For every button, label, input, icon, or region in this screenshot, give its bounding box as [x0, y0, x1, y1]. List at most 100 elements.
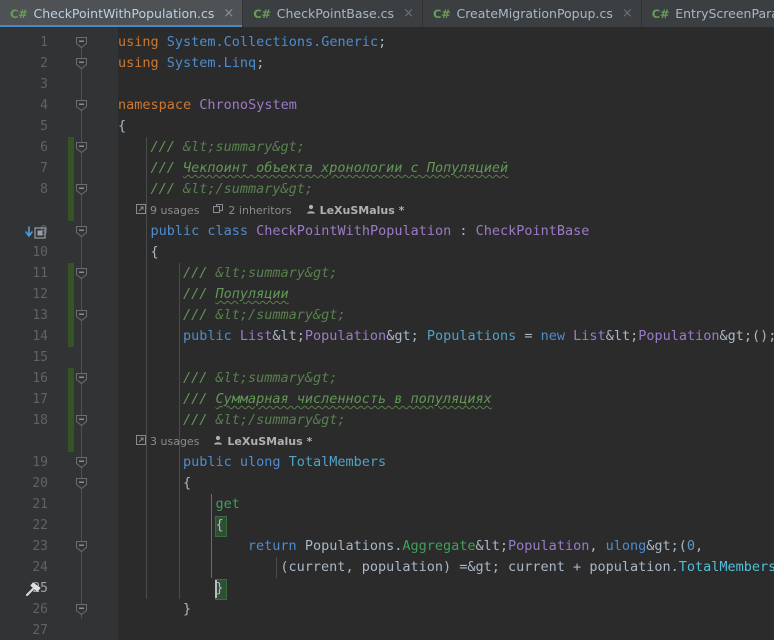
fold-marker-icon[interactable] — [76, 604, 87, 615]
code-line[interactable]: public class CheckPointWithPopulation : … — [150, 221, 589, 242]
line-number[interactable]: 5 — [0, 116, 48, 137]
usages-icon — [136, 431, 146, 452]
code-line[interactable]: /// &lt;summary&gt; — [183, 368, 337, 389]
tab-label: CheckPointBase.cs — [276, 6, 395, 21]
line-number[interactable]: 15 — [0, 347, 48, 368]
line-number[interactable]: 20 — [0, 473, 48, 494]
fold-marker-icon[interactable] — [76, 478, 87, 489]
line-number[interactable]: 3 — [0, 74, 48, 95]
tab-checkpointwithpopulation[interactable]: C# CheckPointWithPopulation.cs × — [0, 0, 244, 27]
code-line[interactable]: /// Суммарная численность в популяциях — [183, 389, 492, 410]
line-number[interactable]: 6 — [0, 137, 48, 158]
csharp-file-icon: C# — [253, 6, 271, 21]
fold-marker-icon[interactable] — [76, 58, 87, 69]
code-line[interactable]: namespace ChronoSystem — [118, 95, 297, 116]
fold-marker-icon[interactable] — [76, 541, 87, 552]
code-line[interactable]: using System.Linq; — [118, 53, 264, 74]
line-number[interactable]: 22 — [0, 515, 48, 536]
tab-entryscreenparamsblockloops[interactable]: C# EntryScreenParamsBlockLoops.cs × — [642, 0, 774, 27]
fold-marker-icon[interactable] — [76, 226, 87, 237]
code-line[interactable]: /// &lt;/summary&gt; — [150, 179, 313, 200]
fold-marker-icon[interactable] — [76, 142, 87, 153]
code-line[interactable]: using System.Collections.Generic; — [118, 32, 386, 53]
usages-icon — [136, 200, 146, 221]
code-line[interactable]: /// &lt;/summary&gt; — [183, 305, 346, 326]
code-line[interactable]: public ulong TotalMembers — [183, 452, 386, 473]
line-number[interactable]: 16 — [0, 368, 48, 389]
editor-window: C# CheckPointWithPopulation.cs × C# Chec… — [0, 0, 774, 640]
implementing-member-icon[interactable] — [24, 225, 50, 244]
vcs-change-bar[interactable] — [68, 137, 74, 221]
code-line[interactable]: { — [215, 515, 223, 536]
code-line[interactable]: /// Популяции — [183, 284, 289, 305]
codelens-author-label: LeXuSMalus * — [319, 204, 405, 217]
csharp-file-icon: C# — [432, 6, 451, 21]
line-number[interactable]: 27 — [0, 620, 48, 640]
fold-marker-icon[interactable] — [76, 310, 87, 321]
fold-marker-icon[interactable] — [76, 37, 87, 48]
code-line[interactable]: (current, population) =&gt; current + po… — [280, 557, 774, 578]
codelens-inheritors[interactable]: 2 inheritors — [213, 200, 292, 221]
codelens-usages[interactable]: 9 usages — [136, 200, 199, 221]
line-number[interactable]: 14 — [0, 326, 48, 347]
tab-label: CreateMigrationPopup.cs — [456, 6, 613, 21]
line-number[interactable]: 18 — [0, 410, 48, 431]
code-line[interactable]: get — [215, 494, 239, 515]
line-number[interactable]: 17 — [0, 389, 48, 410]
line-number[interactable]: 26 — [0, 599, 48, 620]
codelens-inheritors-label: 2 inheritors — [228, 204, 292, 217]
tab-label: EntryScreenParamsBlockLoops.cs — [675, 6, 774, 21]
line-number[interactable]: 4 — [0, 95, 48, 116]
codelens-property[interactable]: 3 usages LeXuSMalus * — [136, 431, 326, 452]
close-icon[interactable]: × — [403, 7, 414, 20]
codelens-author[interactable]: LeXuSMalus * — [306, 200, 405, 221]
line-number[interactable]: 1 — [0, 32, 48, 53]
fold-marker-icon[interactable] — [76, 184, 87, 195]
codelens-author[interactable]: LeXuSMalus * — [213, 431, 312, 452]
code-line[interactable]: public List&lt;Population&gt; Population… — [183, 326, 774, 347]
author-icon — [213, 431, 223, 452]
line-number[interactable]: 2 — [0, 53, 48, 74]
line-number[interactable]: 23 — [0, 536, 48, 557]
close-icon[interactable]: × — [223, 7, 234, 20]
editor-tab-bar: C# CheckPointWithPopulation.cs × C# Chec… — [0, 0, 774, 27]
fold-marker-icon[interactable] — [76, 457, 87, 468]
code-editor[interactable]: 1 2 3 4 5 6 7 8 9 10 11 12 13 14 15 16 17 18 19 20 21 22 23 24 2… — [0, 27, 774, 640]
line-number[interactable]: 10 — [0, 242, 48, 263]
code-line[interactable]: /// Чекпоинт объекта хронологии с Популя… — [150, 158, 508, 179]
line-number[interactable]: 24 — [0, 557, 48, 578]
code-line[interactable]: return Populations.Aggregate&lt;Populati… — [248, 536, 703, 557]
code-line[interactable]: /// &lt;summary&gt; — [150, 137, 304, 158]
code-line[interactable]: { — [118, 116, 126, 137]
code-line[interactable]: { — [150, 242, 158, 263]
line-number[interactable]: 21 — [0, 494, 48, 515]
fold-connector-line — [81, 39, 82, 619]
codelens-usages[interactable]: 3 usages — [136, 431, 199, 452]
line-number[interactable]: 7 — [0, 158, 48, 179]
close-icon[interactable]: × — [622, 7, 633, 20]
codelens-class[interactable]: 9 usages 2 inheritors LeXuSMalus * — [136, 200, 418, 221]
tab-label: CheckPointWithPopulation.cs — [33, 6, 215, 21]
tab-createmigrationpopup[interactable]: C# CreateMigrationPopup.cs × — [423, 0, 642, 27]
line-number[interactable]: 13 — [0, 305, 48, 326]
line-number[interactable]: 19 — [0, 452, 48, 473]
fold-marker-icon[interactable] — [76, 268, 87, 279]
vcs-change-bar[interactable] — [68, 368, 74, 452]
code-line[interactable]: } — [183, 599, 191, 620]
code-line[interactable]: } — [215, 578, 223, 599]
csharp-file-icon: C# — [651, 6, 670, 21]
code-line[interactable]: /// &lt;/summary&gt; — [183, 410, 346, 431]
fold-marker-icon[interactable] — [76, 373, 87, 384]
tab-checkpointbase[interactable]: C# CheckPointBase.cs × — [243, 0, 423, 27]
line-number[interactable]: 12 — [0, 284, 48, 305]
line-number[interactable]: 8 — [0, 179, 48, 200]
fold-marker-icon[interactable] — [76, 415, 87, 426]
code-line[interactable]: /// &lt;summary&gt; — [183, 263, 337, 284]
fold-marker-icon[interactable] — [76, 100, 87, 111]
indent-guide-active — [211, 494, 213, 578]
vcs-change-bar[interactable] — [68, 263, 74, 347]
code-line[interactable]: { — [183, 473, 191, 494]
codelens-usages-label: 3 usages — [150, 435, 200, 448]
hammer-icon[interactable] — [24, 580, 44, 602]
line-number[interactable]: 11 — [0, 263, 48, 284]
